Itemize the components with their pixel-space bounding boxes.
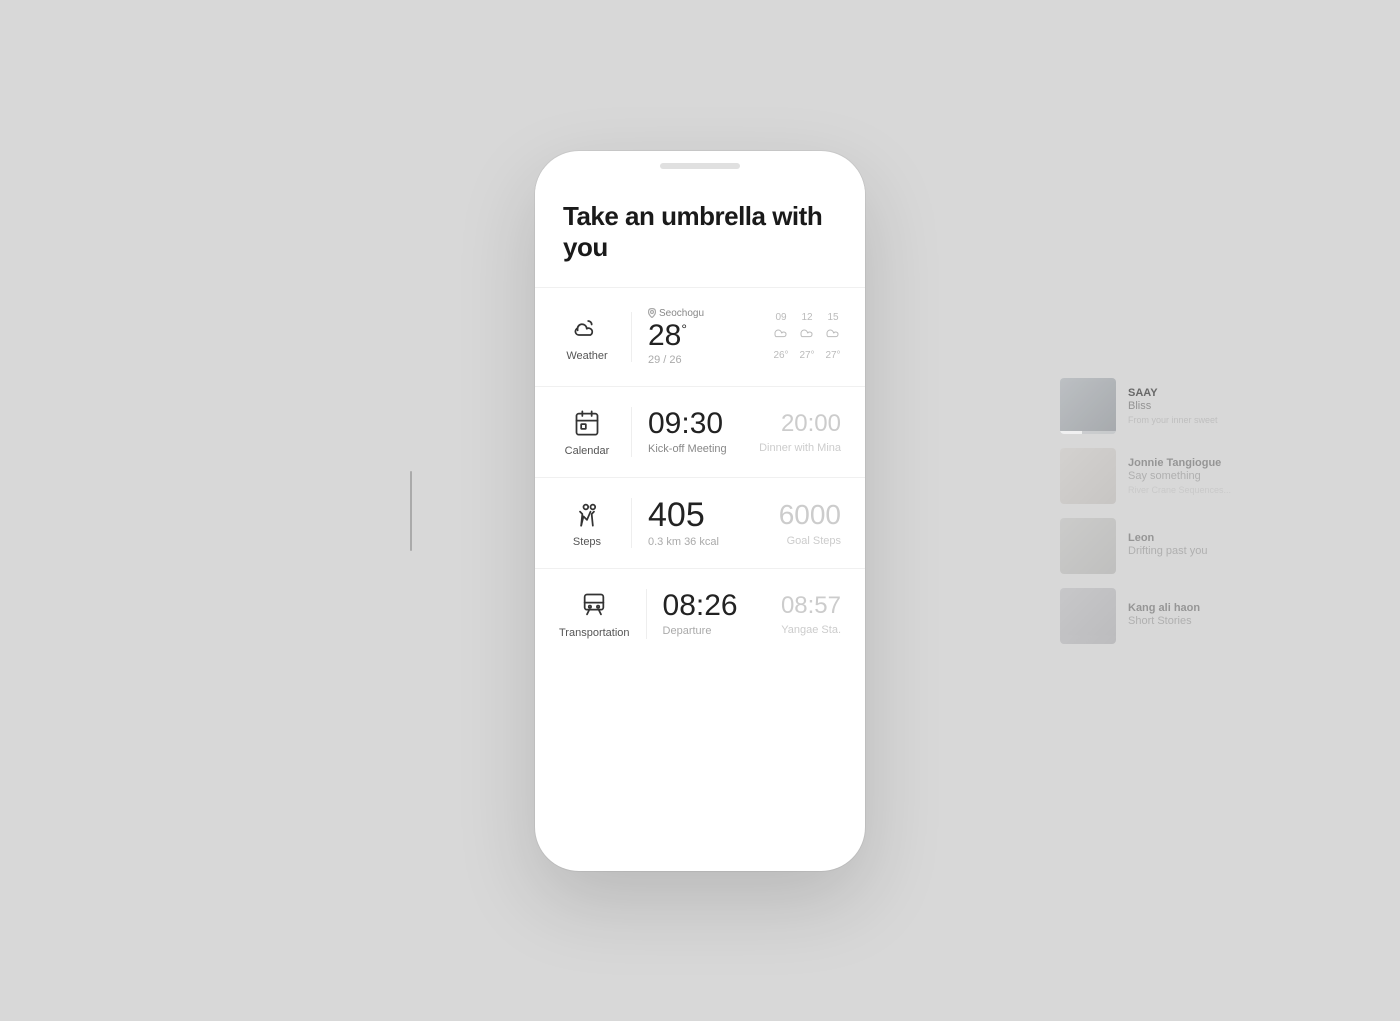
calendar-time2: 20:00 (759, 410, 841, 438)
weather-range: 29 / 26 (648, 354, 704, 366)
track-4-artist: Kang ali haon (1128, 602, 1280, 614)
calendar-event2: Dinner with Mina (759, 442, 841, 454)
weather-forecast: 09 26° 12 (773, 312, 841, 361)
steps-icon (571, 498, 603, 530)
track-3-artist: Leon (1128, 532, 1280, 544)
calendar-divider (631, 407, 632, 457)
transport-label: Transportation (559, 627, 630, 639)
music-panel: SAAY Bliss From your inner sweet Jonnie … (1060, 378, 1280, 644)
hero-title: Take an umbrella with you (563, 201, 837, 263)
weather-location: Seochogu (648, 308, 704, 319)
transport-station: Yangae Sta. (781, 624, 841, 636)
track-4[interactable]: Kang ali haon Short Stories (1060, 588, 1280, 644)
weather-label: Weather (566, 350, 607, 362)
scene: Take an umbrella with you Weather (0, 0, 1400, 1021)
calendar-icon (571, 407, 603, 439)
track-thumb-1 (1060, 378, 1116, 434)
calendar-icon-label: Calendar (559, 407, 615, 457)
weather-card[interactable]: Weather Seochogu 28° (535, 287, 865, 386)
calendar-time: 09:30 (648, 409, 727, 439)
track-1-artist: SAAY (1128, 387, 1280, 399)
calendar-event-main: 09:30 Kick-off Meeting (648, 409, 727, 455)
track-3-title: Drifting past you (1128, 545, 1280, 557)
phone: Take an umbrella with you Weather (535, 151, 865, 871)
forecast-item-3: 15 27° (825, 312, 841, 361)
calendar-event-name: Kick-off Meeting (648, 443, 727, 455)
track-3-info: Leon Drifting past you (1128, 532, 1280, 560)
track-1[interactable]: SAAY Bliss From your inner sweet (1060, 378, 1280, 434)
weather-main: Seochogu 28° 29 / 26 (648, 308, 704, 366)
steps-goal-number: 6000 (779, 499, 841, 531)
steps-detail: 0.3 km 36 kcal (648, 536, 719, 548)
forecast-item-1: 09 26° (773, 312, 789, 361)
steps-count: 405 (648, 498, 719, 532)
calendar-event-secondary: 20:00 Dinner with Mina (759, 410, 841, 454)
track-4-title: Short Stories (1128, 615, 1280, 627)
track-thumb-2 (1060, 448, 1116, 504)
steps-goal: 6000 Goal Steps (779, 499, 841, 547)
transport-icon-label: Transportation (559, 589, 630, 639)
track-2-artist: Jonnie Tangiogue (1128, 457, 1280, 469)
track-2[interactable]: Jonnie Tangiogue Say something River Cra… (1060, 448, 1280, 504)
steps-label: Steps (573, 536, 601, 548)
transport-icon (578, 589, 610, 621)
steps-divider (631, 498, 632, 548)
left-bar (410, 471, 412, 551)
weather-icon (571, 312, 603, 344)
calendar-card[interactable]: Calendar 09:30 Kick-off Meeting 20:00 Di… (535, 386, 865, 477)
track-2-info: Jonnie Tangiogue Say something River Cra… (1128, 457, 1280, 495)
transport-main: 08:26 Departure (663, 591, 738, 637)
track-2-title: Say something (1128, 470, 1280, 482)
steps-icon-label: Steps (559, 498, 615, 548)
calendar-label: Calendar (565, 445, 610, 457)
steps-goal-label: Goal Steps (779, 535, 841, 547)
track-1-title: Bliss (1128, 400, 1280, 412)
transport-sub-label: Departure (663, 625, 738, 637)
track-thumb-4 (1060, 588, 1116, 644)
steps-main: 405 0.3 km 36 kcal (648, 498, 719, 548)
weather-divider (631, 312, 632, 362)
weather-temp: 28° (648, 321, 704, 351)
transportation-card[interactable]: Transportation 08:26 Departure 08:57 Yan… (535, 568, 865, 659)
transport-secondary: 08:57 Yangae Sta. (781, 592, 841, 636)
track-4-info: Kang ali haon Short Stories (1128, 602, 1280, 630)
transport-time2: 08:57 (781, 592, 841, 620)
track-1-desc: From your inner sweet (1128, 415, 1280, 425)
phone-content[interactable]: Take an umbrella with you Weather (535, 169, 865, 871)
track-3[interactable]: Leon Drifting past you (1060, 518, 1280, 574)
steps-card[interactable]: Steps 405 0.3 km 36 kcal 6000 Goal Steps (535, 477, 865, 568)
transport-time: 08:26 (663, 591, 738, 621)
hero-section: Take an umbrella with you (535, 169, 865, 287)
weather-icon-label: Weather (559, 312, 615, 362)
track-1-info: SAAY Bliss From your inner sweet (1128, 387, 1280, 425)
forecast-item-2: 12 27° (799, 312, 815, 361)
track-2-desc: River Crane Sequences... (1128, 485, 1280, 495)
transport-divider (646, 589, 647, 639)
track-thumb-3 (1060, 518, 1116, 574)
